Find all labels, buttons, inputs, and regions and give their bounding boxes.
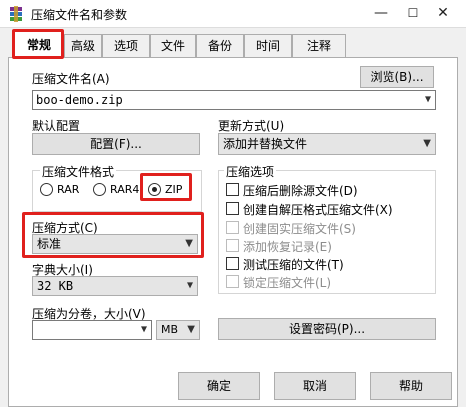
- zip-highlight: [140, 173, 192, 201]
- dictionary-size-select[interactable]: 32 KB ▼: [32, 276, 198, 296]
- dictionary-size-value: 32 KB: [37, 279, 74, 293]
- tab-comment[interactable]: 注释: [292, 34, 346, 57]
- chevron-down-icon: ▼: [186, 280, 193, 291]
- solid-label: 创建固实压缩文件(S): [243, 222, 356, 236]
- tab-options[interactable]: 选项: [102, 34, 150, 57]
- tab-general-highlight: [12, 29, 64, 59]
- split-unit-select[interactable]: MB ▼: [156, 320, 200, 340]
- test-files-label: 测试压缩的文件(T): [243, 258, 344, 272]
- chevron-down-icon[interactable]: ▼: [141, 321, 147, 339]
- update-mode-select[interactable]: 添加并替换文件 ▼: [218, 133, 436, 155]
- rar4-label: RAR4: [110, 183, 140, 196]
- help-button[interactable]: 帮助: [370, 372, 452, 400]
- archive-name-label: 压缩文件名(A): [32, 72, 110, 86]
- update-mode-label: 更新方式(U): [218, 119, 285, 133]
- test-files-checkbox[interactable]: [226, 257, 239, 270]
- lock-archive-label: 锁定压缩文件(L): [243, 276, 332, 290]
- rar-label: RAR: [57, 183, 80, 196]
- recovery-record-checkbox: [226, 239, 239, 252]
- compression-method-highlight: [22, 212, 204, 258]
- delete-after-checkbox[interactable]: [226, 183, 239, 196]
- maximize-icon[interactable]: ☐: [400, 2, 426, 24]
- tab-time[interactable]: 时间: [244, 34, 292, 57]
- recovery-record-label: 添加恢复记录(E): [243, 240, 332, 254]
- set-password-button[interactable]: 设置密码(P)...: [218, 318, 436, 340]
- cancel-button[interactable]: 取消: [274, 372, 356, 400]
- solid-checkbox: [226, 221, 239, 234]
- tab-advanced[interactable]: 高级: [64, 34, 102, 57]
- window-title: 压缩文件名和参数: [31, 8, 128, 22]
- split-size-input[interactable]: ▼: [32, 320, 152, 340]
- default-config-label: 默认配置: [32, 119, 81, 133]
- sfx-checkbox[interactable]: [226, 202, 239, 215]
- chevron-down-icon: ▼: [187, 324, 195, 335]
- config-profiles-button[interactable]: 配置(F)...: [32, 133, 200, 155]
- archive-name-input[interactable]: boo-demo.zip ▼: [32, 90, 436, 110]
- archive-name-value: boo-demo.zip: [36, 93, 123, 107]
- tab-backup[interactable]: 备份: [196, 34, 244, 57]
- winrar-app-icon: [10, 6, 22, 22]
- rar-radio[interactable]: [40, 183, 53, 196]
- rar4-radio[interactable]: [93, 183, 106, 196]
- chevron-down-icon[interactable]: ▼: [425, 91, 431, 109]
- close-icon[interactable]: ✕: [430, 2, 456, 24]
- update-mode-value: 添加并替换文件: [223, 137, 308, 151]
- archive-format-title: 压缩文件格式: [40, 163, 117, 180]
- browse-button[interactable]: 浏览(B)...: [360, 66, 434, 88]
- chevron-down-icon: ▼: [423, 138, 431, 149]
- tab-files[interactable]: 文件: [150, 34, 196, 57]
- minimize-icon[interactable]: —: [368, 2, 394, 24]
- split-unit-value: MB: [161, 323, 179, 336]
- delete-after-label: 压缩后删除源文件(D): [243, 184, 358, 198]
- ok-button[interactable]: 确定: [178, 372, 260, 400]
- archive-options-title: 压缩选项: [224, 163, 277, 180]
- lock-archive-checkbox: [226, 275, 239, 288]
- sfx-label: 创建自解压格式压缩文件(X): [243, 203, 393, 217]
